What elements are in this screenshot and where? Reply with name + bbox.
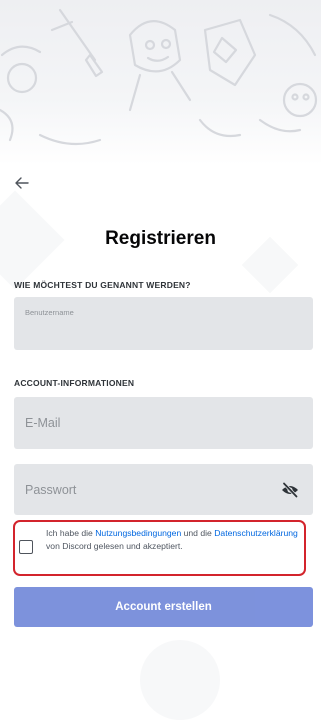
bg-decoration (140, 640, 220, 720)
hero-illustration (0, 0, 321, 165)
back-button[interactable] (11, 172, 33, 194)
terms-consent-box: Ich habe die Nutzungsbedingungen und die… (13, 520, 306, 576)
privacy-policy-link[interactable]: Datenschutzerklärung (214, 528, 298, 538)
terms-text-part: Ich habe die (46, 528, 96, 538)
terms-checkbox[interactable] (19, 540, 33, 554)
password-field[interactable] (14, 464, 313, 515)
username-input[interactable] (14, 297, 313, 350)
section-label-name: WIE MÖCHTEST DU GENANNT WERDEN? (14, 280, 191, 290)
email-field[interactable] (14, 397, 313, 449)
toggle-password-visibility-button[interactable] (279, 479, 301, 501)
terms-of-service-link[interactable]: Nutzungsbedingungen (95, 528, 181, 538)
terms-text-part: von Discord gelesen und akzeptiert. (46, 540, 183, 551)
hero-doodle-art (0, 8, 318, 146)
terms-text-part: und die (181, 528, 215, 538)
terms-text: Ich habe die Nutzungsbedingungen und die… (46, 527, 301, 552)
eye-slash-icon (282, 482, 299, 498)
password-input[interactable] (14, 464, 313, 515)
section-label-account: ACCOUNT-INFORMATIONEN (14, 378, 135, 388)
arrow-left-icon (15, 177, 29, 189)
create-account-button[interactable]: Account erstellen (14, 587, 313, 627)
username-field[interactable] (14, 297, 313, 350)
email-input[interactable] (14, 397, 313, 449)
page-title: Registrieren (105, 228, 216, 249)
